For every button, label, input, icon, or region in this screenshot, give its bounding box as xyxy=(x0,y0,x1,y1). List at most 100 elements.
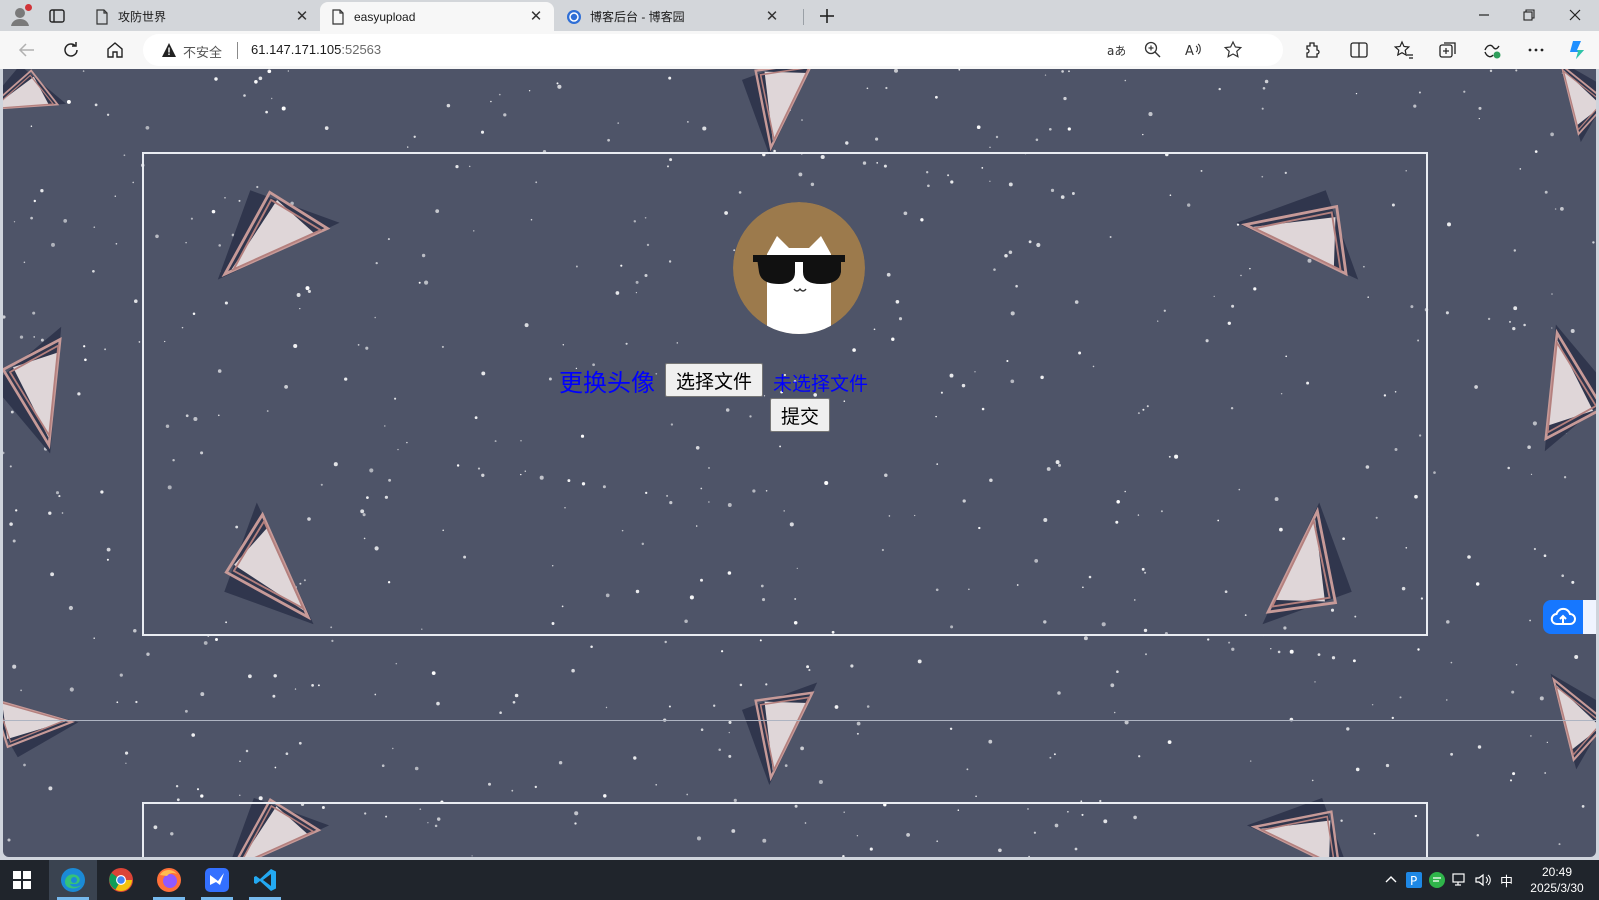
tab-title: 博客后台 - 博客园 xyxy=(590,10,685,24)
tab-title: 攻防世界 xyxy=(118,10,167,24)
star xyxy=(77,392,81,396)
home-icon[interactable] xyxy=(104,39,126,61)
minimize-icon[interactable] xyxy=(1473,4,1495,26)
star xyxy=(40,189,44,193)
restore-icon[interactable] xyxy=(1518,4,1540,26)
tray-expand-icon[interactable] xyxy=(1382,871,1400,889)
star xyxy=(243,94,246,97)
star xyxy=(480,130,485,134)
star xyxy=(966,768,969,771)
tab-easyupload[interactable]: easyupload ✕ xyxy=(320,2,554,31)
taskbar-vscode[interactable] xyxy=(241,860,289,900)
tab-divider xyxy=(803,9,804,25)
star xyxy=(1355,92,1358,95)
network-icon[interactable] xyxy=(1451,871,1469,889)
taskbar-chrome[interactable] xyxy=(97,860,145,900)
star xyxy=(885,86,888,90)
star xyxy=(720,650,724,653)
star xyxy=(488,782,491,786)
tray-p-app-icon[interactable]: P xyxy=(1405,871,1423,889)
star xyxy=(196,788,200,791)
triangle-ornament xyxy=(741,69,818,156)
close-icon[interactable]: ✕ xyxy=(764,8,780,25)
address-bar[interactable]: 不安全 61.147.171.105:52563 aあ A xyxy=(143,34,1283,66)
star xyxy=(571,668,575,673)
cloud-sidebar-tab[interactable] xyxy=(1583,600,1596,634)
feishu-icon xyxy=(205,868,229,892)
more-options-icon[interactable] xyxy=(1525,39,1547,61)
page-icon xyxy=(96,8,108,25)
collections-icon[interactable] xyxy=(1437,39,1459,61)
star xyxy=(1509,779,1513,782)
clock-date: 2025/3/30 xyxy=(1530,881,1584,895)
cloud-upload-icon[interactable] xyxy=(1543,600,1583,634)
close-icon[interactable]: ✕ xyxy=(294,8,310,25)
star xyxy=(935,95,938,99)
star xyxy=(687,121,689,123)
star xyxy=(134,299,138,303)
star xyxy=(1317,653,1321,656)
triangle-ornament xyxy=(3,326,62,454)
tray-wechat-icon[interactable] xyxy=(1428,871,1446,889)
split-screen-icon[interactable] xyxy=(1348,39,1370,61)
star xyxy=(856,721,861,726)
close-icon[interactable]: ✕ xyxy=(528,8,544,25)
volume-icon[interactable] xyxy=(1474,871,1492,889)
browser-essentials-icon[interactable] xyxy=(1481,39,1503,61)
windows-start-icon[interactable] xyxy=(12,870,32,890)
warning-icon[interactable] xyxy=(161,42,177,58)
taskbar-edge[interactable] xyxy=(49,860,97,900)
star xyxy=(83,345,86,348)
star xyxy=(395,662,398,665)
favorites-icon[interactable] xyxy=(1393,39,1415,61)
tab-cnblogs[interactable]: 博客后台 - 博客园 ✕ xyxy=(556,2,790,31)
star xyxy=(1523,323,1526,327)
star xyxy=(1417,648,1420,651)
tab-gongfang[interactable]: 攻防世界 ✕ xyxy=(84,2,320,31)
star xyxy=(1148,112,1153,117)
star xyxy=(1570,329,1575,333)
star xyxy=(1311,779,1314,782)
firefox-icon xyxy=(157,868,181,892)
new-tab-icon[interactable] xyxy=(816,5,838,27)
window-close-icon[interactable] xyxy=(1564,4,1586,26)
star xyxy=(728,720,732,724)
taskbar-feishu[interactable] xyxy=(193,860,241,900)
star xyxy=(267,69,272,74)
star xyxy=(1399,696,1402,699)
star xyxy=(132,181,135,184)
star xyxy=(317,684,320,687)
back-icon[interactable] xyxy=(16,39,38,61)
url-text[interactable]: 61.147.171.105:52563 xyxy=(251,42,381,57)
copilot-icon[interactable] xyxy=(1566,39,1588,61)
favorite-star-icon[interactable] xyxy=(1223,40,1243,60)
star xyxy=(258,76,263,81)
translate-icon[interactable]: aあ xyxy=(1105,40,1125,60)
star xyxy=(1124,79,1127,82)
star xyxy=(270,97,273,100)
star xyxy=(55,491,60,495)
star xyxy=(1385,763,1390,768)
choose-file-button[interactable]: 选择文件 xyxy=(665,363,764,397)
star xyxy=(1270,648,1272,650)
read-aloud-icon[interactable]: A xyxy=(1183,40,1203,60)
star xyxy=(728,731,730,734)
star xyxy=(1218,87,1221,91)
extensions-icon[interactable] xyxy=(1302,39,1324,61)
profile-icon[interactable] xyxy=(9,4,32,27)
star xyxy=(9,465,12,468)
refresh-icon[interactable] xyxy=(60,39,82,61)
tab-actions-icon[interactable] xyxy=(48,7,66,25)
taskbar-firefox[interactable] xyxy=(145,860,193,900)
star xyxy=(1228,641,1231,644)
star xyxy=(700,728,704,731)
star xyxy=(12,539,16,543)
submit-button[interactable]: 提交 xyxy=(770,398,831,432)
star xyxy=(1061,70,1064,73)
star xyxy=(115,242,118,245)
zoom-icon[interactable] xyxy=(1143,40,1163,60)
star xyxy=(3,451,5,455)
system-clock[interactable]: 20:49 2025/3/30 xyxy=(1523,864,1591,896)
security-label[interactable]: 不安全 xyxy=(183,42,222,61)
ime-indicator[interactable]: 中 xyxy=(1500,871,1513,890)
